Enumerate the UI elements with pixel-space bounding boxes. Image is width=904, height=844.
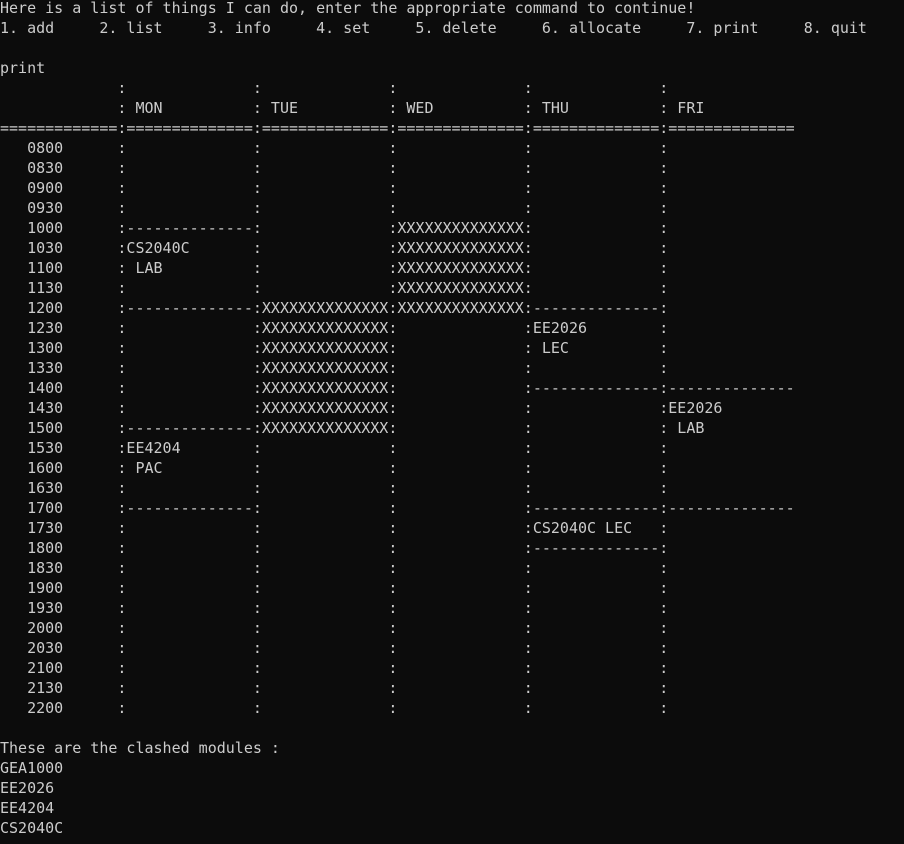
clashed-module-item: EE4204 — [0, 799, 55, 817]
timetable-row: 1830 : : : : : — [0, 559, 669, 577]
clashed-module-item: CS2040C — [0, 819, 64, 837]
timetable-row: 1730 : : : :CS2040C LEC : — [0, 519, 669, 537]
timetable-row: 1530 :EE4204 : : : : — [0, 439, 669, 457]
timetable-row: 1030 :CS2040C : :XXXXXXXXXXXXXX: : — [0, 239, 669, 257]
timetable-row: 1800 : : : :--------------: — [0, 539, 669, 557]
timetable-row: 1200 :--------------:XXXXXXXXXXXXXX:XXXX… — [0, 299, 669, 317]
timetable-row: 1430 : :XXXXXXXXXXXXXX: : :EE2026 — [0, 399, 723, 417]
echoed-command: print — [0, 59, 46, 77]
timetable-header: : MON : TUE : WED : THU : FRI — [0, 99, 705, 117]
timetable-row: 1900 : : : : : — [0, 579, 669, 597]
clashed-module-item: GEA1000 — [0, 759, 64, 777]
timetable-row: 2130 : : : : : — [0, 679, 669, 697]
timetable-row: 0900 : : : : : — [0, 179, 669, 197]
clashed-module-item: EE2026 — [0, 779, 55, 797]
timetable-row: 1630 : : : : : — [0, 479, 669, 497]
timetable-row: 0800 : : : : : — [0, 139, 669, 157]
timetable-row: 1000 :--------------: :XXXXXXXXXXXXXX: : — [0, 219, 669, 237]
timetable-row: 1700 :--------------: : :--------------:… — [0, 499, 795, 517]
clash-heading: These are the clashed modules : — [0, 739, 280, 757]
console-line: : : : : : — [0, 79, 669, 97]
timetable-row: 1330 : :XXXXXXXXXXXXXX: : : — [0, 359, 669, 377]
timetable-row: 1930 : : : : : — [0, 599, 669, 617]
timetable-row: 1130 : : :XXXXXXXXXXXXXX: : — [0, 279, 669, 297]
timetable-row: 1100 : LAB : :XXXXXXXXXXXXXX: : — [0, 259, 669, 277]
timetable-row: 1500 :--------------:XXXXXXXXXXXXXX: : :… — [0, 419, 705, 437]
console-output: Here is a list of things I can do, enter… — [0, 0, 904, 844]
command-menu: 1. add 2. list 3. info 4. set 5. delete … — [0, 19, 867, 37]
timetable-row: 1400 : :XXXXXXXXXXXXXX: :--------------:… — [0, 379, 795, 397]
timetable-row: 1230 : :XXXXXXXXXXXXXX: :EE2026 : — [0, 319, 669, 337]
timetable-row: 2200 : : : : : — [0, 699, 669, 717]
timetable-row: 1600 : PAC : : : : — [0, 459, 669, 477]
intro-text: Here is a list of things I can do, enter… — [0, 0, 696, 17]
timetable-row: 0930 : : : : : — [0, 199, 669, 217]
timetable-row: 2030 : : : : : — [0, 639, 669, 657]
timetable-row: 2000 : : : : : — [0, 619, 669, 637]
timetable-row: 2100 : : : : : — [0, 659, 669, 677]
timetable-separator: =============:==============:===========… — [0, 119, 795, 137]
timetable-row: 1300 : :XXXXXXXXXXXXXX: : LEC : — [0, 339, 669, 357]
timetable-row: 0830 : : : : : — [0, 159, 669, 177]
